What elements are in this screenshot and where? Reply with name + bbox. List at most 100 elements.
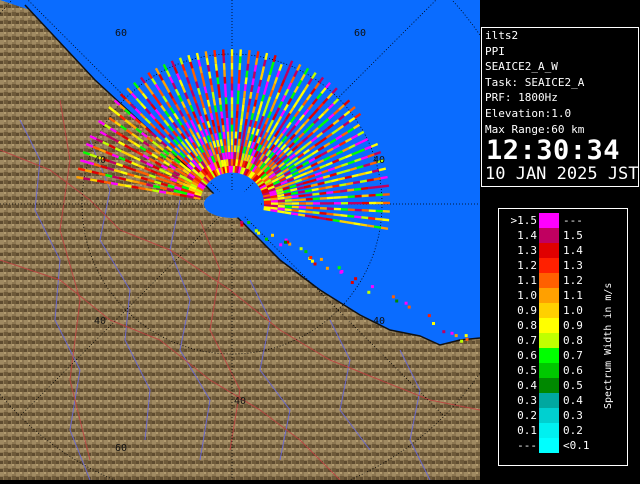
echo-segment: [220, 153, 222, 160]
echo-segment: [262, 66, 264, 73]
legend-low-label: 0.3: [501, 393, 537, 408]
echo-segment: [133, 181, 140, 183]
ring-label-40-se: 40: [373, 316, 385, 327]
echo-segment: [379, 169, 386, 171]
echo-segment: [237, 152, 238, 159]
legend-low-label: 0.6: [501, 348, 537, 363]
legend-high-label: 1.0: [563, 303, 603, 318]
echo-segment: [253, 107, 255, 114]
scan-time: 12:30:34: [482, 137, 638, 165]
legend-swatch: [539, 318, 559, 333]
echo-segment: [206, 93, 208, 100]
echo-segment: [244, 91, 245, 98]
echo-segment: [224, 132, 225, 139]
legend-low-label: 0.2: [501, 408, 537, 423]
echo-segment: [138, 188, 145, 189]
echo-segment: [353, 182, 360, 183]
scan-name: SEAICE2_A_W: [482, 59, 638, 75]
legend-low-label: ---: [501, 438, 537, 453]
echo-segment: [187, 196, 194, 197]
echo-segment: [145, 189, 152, 190]
echo-segment: [248, 57, 249, 64]
echo-segment: [257, 51, 258, 58]
legend-swatch: [539, 363, 559, 378]
echo-segment: [242, 139, 243, 146]
echo-speck: [392, 295, 395, 298]
echo-segment: [206, 51, 207, 58]
echo-segment: [326, 187, 333, 188]
legend-high-label: 1.2: [563, 273, 603, 288]
echo-segment: [368, 187, 375, 188]
echo-segment: [347, 190, 354, 191]
ring-label-40-sw: 40: [94, 316, 106, 327]
echo-segment: [203, 80, 205, 87]
legend-high-label: 1.1: [563, 288, 603, 303]
echo-segment: [210, 78, 211, 85]
echo-segment: [225, 146, 226, 153]
echo-speck: [432, 322, 435, 325]
echo-segment: [224, 160, 225, 167]
radar-info-panel: ilts2 PPI SEAICE2_A_W Task: SEAICE2_A PR…: [481, 27, 639, 187]
legend-row: 0.80.9: [499, 318, 599, 333]
echo-segment: [375, 187, 382, 188]
echo-segment: [354, 189, 361, 190]
echo-segment: [239, 160, 240, 167]
product-type: PPI: [482, 44, 638, 60]
echo-speck: [340, 270, 343, 273]
legend-low-label: 1.1: [501, 273, 537, 288]
echo-speck: [395, 300, 398, 303]
echo-segment: [247, 71, 248, 78]
radar-map[interactable]: 60 60 40 40 40 40 40 60: [0, 0, 480, 480]
echo-segment: [290, 189, 297, 191]
echo-segment: [240, 132, 241, 139]
echo-segment: [213, 92, 214, 99]
legend-low-label: 1.3: [501, 243, 537, 258]
echo-segment: [326, 219, 333, 220]
echo-segment: [140, 183, 147, 185]
echo-segment: [372, 170, 379, 172]
echo-segment: [312, 194, 319, 195]
echo-segment: [319, 218, 326, 219]
legend-swatch: [539, 333, 559, 348]
echo-segment: [125, 186, 132, 187]
echo-segment: [266, 53, 268, 60]
echo-speck: [309, 256, 312, 259]
echo-speck: [247, 221, 250, 224]
legend-high-label: 1.5: [563, 228, 603, 243]
legend-low-label: 1.0: [501, 288, 537, 303]
legend-high-label: 0.4: [563, 393, 603, 408]
echo-speck: [460, 340, 463, 343]
echo-segment: [221, 105, 222, 112]
site-name: ilts2: [482, 28, 638, 44]
echo-speck: [300, 247, 303, 250]
echo-segment: [306, 195, 313, 196]
echo-segment: [291, 193, 298, 194]
echo-segment: [249, 50, 250, 57]
echo-segment: [216, 133, 218, 140]
echo-segment: [284, 194, 291, 195]
echo-segment: [215, 57, 216, 64]
echo-segment: [261, 73, 263, 80]
echo-speck: [255, 229, 258, 232]
legend-row: >1.5---: [499, 213, 599, 228]
echo-segment: [333, 186, 340, 187]
echo-segment: [353, 223, 360, 224]
legend-high-label: 0.5: [563, 378, 603, 393]
legend-high-label: 0.2: [563, 423, 603, 438]
echo-speck: [338, 266, 341, 269]
echo-segment: [258, 87, 260, 94]
echo-segment: [225, 139, 226, 146]
echo-segment: [278, 201, 285, 202]
echo-segment: [159, 191, 166, 192]
echo-segment: [253, 78, 254, 85]
echo-segment: [215, 105, 216, 112]
legend-high-label: 0.3: [563, 408, 603, 423]
echo-segment: [239, 139, 240, 146]
echo-segment: [207, 58, 208, 65]
legend-low-label: 0.5: [501, 363, 537, 378]
echo-segment: [264, 60, 266, 67]
echo-segment: [306, 212, 313, 213]
echo-speck: [465, 334, 468, 337]
echo-segment: [209, 72, 210, 79]
legend-high-label: 1.4: [563, 243, 603, 258]
